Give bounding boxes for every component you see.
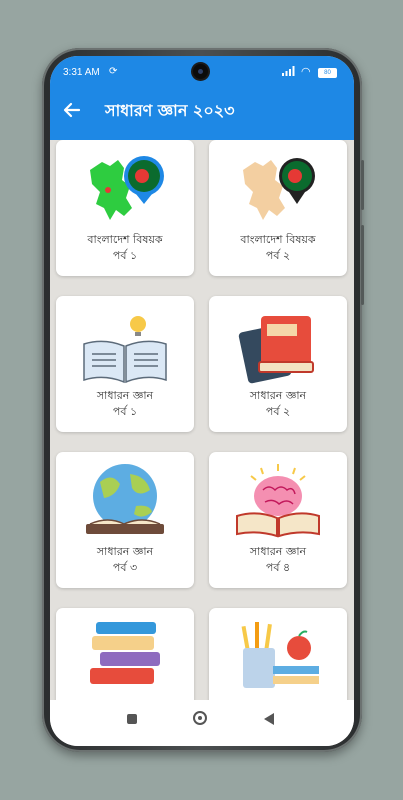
category-card-8[interactable] bbox=[209, 608, 347, 700]
wifi-icon: ◠ bbox=[301, 65, 311, 78]
recent-apps-icon[interactable] bbox=[127, 714, 137, 724]
card-label: বাংলাদেশ বিষয়ক পর্ব ১ bbox=[87, 233, 163, 262]
books-pile-icon bbox=[90, 622, 160, 684]
books-stack-icon bbox=[238, 316, 314, 384]
battery-icon: 80 bbox=[318, 68, 337, 78]
bangladesh-map-icon bbox=[90, 156, 164, 220]
category-card-7[interactable] bbox=[56, 608, 194, 700]
card-label: সাধারন জ্ঞান পর্ব ২ bbox=[249, 389, 307, 418]
app-bar: 3:31 AM ⟳ ◠ 80 সাধারণ জ্ঞান ২০২৩ bbox=[50, 56, 354, 140]
category-card-bangladesh-1[interactable]: বাংলাদেশ বিষয়ক পর্ব ১ bbox=[56, 140, 194, 276]
stationery-apple-icon bbox=[241, 622, 319, 688]
back-triangle-icon[interactable] bbox=[264, 713, 274, 725]
card-label: বাংলাদেশ বিষয়ক পর্ব ২ bbox=[240, 233, 316, 262]
category-card-bangladesh-2[interactable]: বাংলাদেশ বিষয়ক পর্ব ২ bbox=[209, 140, 347, 276]
home-icon[interactable] bbox=[193, 711, 207, 725]
camera-icon bbox=[193, 64, 208, 79]
category-card-general-3[interactable]: সাধারন জ্ঞান পর্ব ৩ bbox=[56, 452, 194, 588]
category-card-general-1[interactable]: সাধারন জ্ঞান পর্ব ১ bbox=[56, 296, 194, 432]
category-grid: বাংলাদেশ বিষয়ক পর্ব ১ বাংলাদেশ বিষয়ক প… bbox=[50, 140, 354, 700]
brain-book-icon bbox=[236, 464, 320, 538]
card-label: সাধারন জ্ঞান পর্ব ৩ bbox=[96, 545, 154, 574]
category-card-general-2[interactable]: সাধারন জ্ঞান পর্ব ২ bbox=[209, 296, 347, 432]
card-label: সাধারন জ্ঞান পর্ব ৪ bbox=[249, 545, 307, 574]
status-bar: 3:31 AM ⟳ ◠ 80 bbox=[50, 56, 354, 84]
power-button bbox=[361, 160, 364, 210]
volume-button bbox=[361, 225, 364, 305]
category-card-general-4[interactable]: সাধারন জ্ঞান পর্ব ৪ bbox=[209, 452, 347, 588]
signal-icon bbox=[282, 66, 295, 76]
globe-book-icon bbox=[86, 464, 164, 534]
bangladesh-map-icon bbox=[243, 158, 315, 220]
screen: 3:31 AM ⟳ ◠ 80 সাধারণ জ্ঞান ২০২৩ বাংলাদে… bbox=[50, 56, 354, 746]
open-book-bulb-icon bbox=[83, 316, 167, 384]
card-label: সাধারন জ্ঞান পর্ব ১ bbox=[96, 389, 154, 418]
system-navigation-bar bbox=[50, 700, 354, 746]
arrow-left-icon[interactable] bbox=[62, 100, 82, 120]
sync-icon: ⟳ bbox=[109, 66, 118, 77]
status-time: 3:31 AM bbox=[63, 67, 100, 78]
page-title: সাধারণ জ্ঞান ২০২৩ bbox=[105, 101, 235, 120]
